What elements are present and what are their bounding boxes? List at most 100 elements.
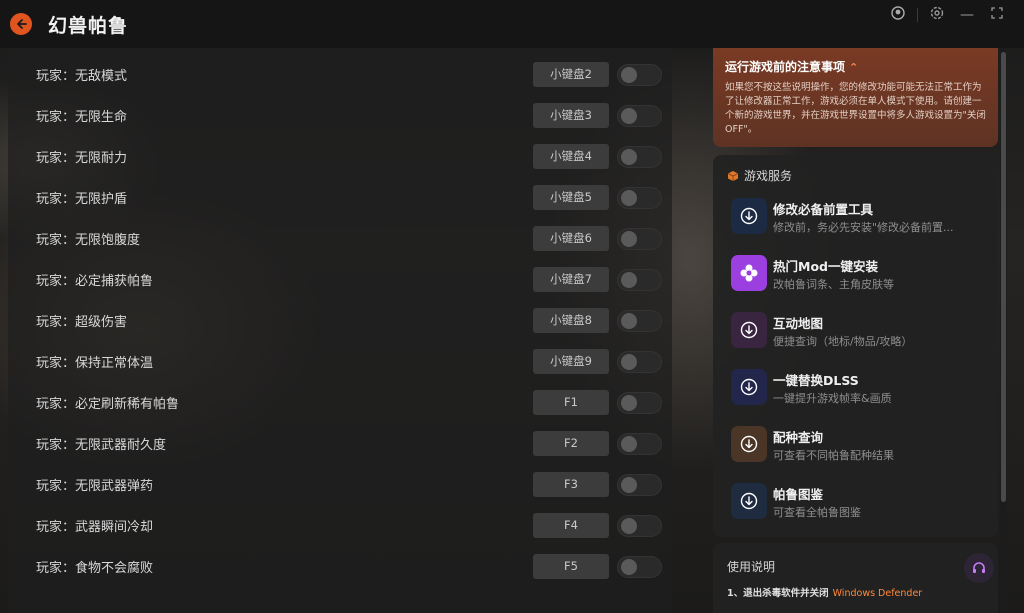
toggle-knob [621, 189, 637, 206]
service-desc: 可查看不同帕鲁配种结果 [773, 449, 894, 462]
app-title: 幻兽帕鲁 [48, 14, 129, 37]
service-name: 热门Mod一键安装 [773, 259, 878, 274]
help-title: 使用说明 [727, 560, 776, 574]
toggle-knob [621, 476, 637, 493]
hotkey-button[interactable]: 小键盘8 [533, 308, 609, 333]
cheat-row: 玩家：无限武器耐久度 F2 [8, 423, 672, 464]
hotkey-button[interactable]: 小键盘5 [533, 185, 609, 210]
cheat-row: 玩家：必定刷新稀有帕鲁 F1 [8, 382, 672, 423]
cheat-label: 玩家：无限耐力 [36, 151, 128, 166]
notice-panel: 运行游戏前的注意事项 ⌃ 如果您不按这些说明操作，您的修改功能可能无法正常工作为了… [713, 48, 998, 147]
hotkey-button[interactable]: F4 [533, 513, 609, 538]
chevron-up-icon: ⌃ [849, 61, 859, 74]
hotkey-button[interactable]: 小键盘9 [533, 349, 609, 374]
service-desc: 改帕鲁词条、主角皮肤等 [773, 278, 894, 291]
cheat-row: 玩家：必定捕获帕鲁 小键盘7 [8, 259, 672, 300]
cheat-row: 玩家：无限武器弹药 F3 [8, 464, 672, 505]
hotkey-button[interactable]: 小键盘6 [533, 226, 609, 251]
cheat-label: 玩家：食物不会腐败 [36, 561, 154, 576]
cheat-label: 玩家：必定刷新稀有帕鲁 [36, 397, 180, 412]
back-button[interactable] [10, 13, 32, 35]
cheat-toggle[interactable] [617, 391, 662, 414]
service-name: 修改必备前置工具 [773, 202, 874, 217]
download-icon [731, 369, 767, 405]
toggle-knob [621, 394, 637, 411]
cheat-toggle[interactable] [617, 350, 662, 373]
hotkey-button[interactable]: 小键盘7 [533, 267, 609, 292]
cheat-row: 玩家：食物不会腐败 F5 [8, 546, 672, 587]
mod-flower-icon [731, 255, 767, 291]
windows-defender-link[interactable]: Windows Defender [833, 588, 923, 599]
toggle-knob [621, 230, 637, 247]
cheat-label: 玩家：武器瞬间冷却 [36, 520, 154, 535]
download-icon [731, 426, 767, 462]
toggle-knob [621, 558, 637, 575]
cheat-row: 玩家：超级伤害 小键盘8 [8, 300, 672, 341]
service-desc: 修改前，务必先安装"修改必备前置... [773, 221, 954, 234]
toggle-knob [621, 435, 637, 452]
toggle-knob [621, 312, 637, 329]
cheat-label: 玩家：无限武器耐久度 [36, 438, 167, 453]
service-item[interactable]: 互动地图 便捷查询（地标/物品/攻略） [731, 309, 991, 357]
user-icon[interactable] [883, 6, 913, 24]
toggle-knob [621, 66, 637, 83]
hotkey-button[interactable]: 小键盘2 [533, 62, 609, 87]
cheat-toggle[interactable] [617, 514, 662, 537]
maximize-icon[interactable] [982, 7, 1012, 23]
hotkey-button[interactable]: F2 [533, 431, 609, 456]
hotkey-button[interactable]: 小键盘4 [533, 144, 609, 169]
title-bar: 幻兽帕鲁 — [0, 0, 1024, 48]
service-desc: 一键提升游戏帧率&画质 [773, 392, 892, 405]
service-item[interactable]: 一键替换DLSS 一键提升游戏帧率&画质 [731, 366, 991, 414]
cheat-toggle[interactable] [617, 473, 662, 496]
cheat-row: 玩家：无敌模式 小键盘2 [8, 54, 672, 95]
hotkey-button[interactable]: F5 [533, 554, 609, 579]
arrow-left-icon [17, 19, 27, 29]
cheat-label: 玩家：必定捕获帕鲁 [36, 274, 154, 289]
cheat-toggle[interactable] [617, 104, 662, 127]
cheat-row: 玩家：武器瞬间冷却 F4 [8, 505, 672, 546]
cheat-toggle[interactable] [617, 555, 662, 578]
service-item[interactable]: 配种查询可查看不同帕鲁配种结果 [731, 423, 991, 471]
service-item[interactable]: 修改必备前置工具修改前，务必先安装"修改必备前置... [731, 195, 991, 243]
service-name: 一键替换DLSS [773, 373, 859, 388]
settings-icon[interactable] [922, 6, 952, 24]
service-item[interactable]: 帕鲁图鉴 可查看全帕鲁图鉴 [731, 480, 991, 528]
services-header: 游戏服务 [727, 167, 792, 184]
cheat-label: 玩家：无敌模式 [36, 69, 128, 84]
toggle-knob [621, 148, 637, 165]
notice-title[interactable]: 运行游戏前的注意事项 ⌃ [725, 58, 986, 75]
toggle-knob [621, 271, 637, 288]
service-name: 帕鲁图鉴 [773, 487, 824, 502]
scrollbar[interactable] [1001, 52, 1006, 502]
service-name: 配种查询 [773, 430, 824, 445]
hotkey-button[interactable]: F3 [533, 472, 609, 497]
cheat-row: 玩家：无限护盾 小键盘5 [8, 177, 672, 218]
game-services-panel: 游戏服务 修改必备前置工具修改前，务必先安装"修改必备前置... 热门Mod一键安… [713, 155, 998, 537]
cheat-label: 玩家：保持正常体温 [36, 356, 154, 371]
cheat-toggle[interactable] [617, 268, 662, 291]
service-item[interactable]: 热门Mod一键安装改帕鲁词条、主角皮肤等 [731, 252, 991, 300]
cheat-label: 玩家：无限护盾 [36, 192, 128, 207]
cheat-toggle[interactable] [617, 227, 662, 250]
cheat-row: 玩家：保持正常体温 小键盘9 [8, 341, 672, 382]
headset-icon [973, 562, 985, 573]
cheat-row: 玩家：无限生命 小键盘3 [8, 95, 672, 136]
window-controls: — [883, 0, 1012, 30]
cheat-toggle[interactable] [617, 145, 662, 168]
help-panel: 使用说明 1、退出杀毒软件并关闭 Windows Defender [713, 543, 998, 613]
cheat-toggle[interactable] [617, 63, 662, 86]
help-step-1: 1、退出杀毒软件并关闭 Windows Defender [727, 588, 923, 599]
cheat-row: 玩家：无限饱腹度 小键盘6 [8, 218, 672, 259]
hotkey-button[interactable]: 小键盘3 [533, 103, 609, 128]
minimize-icon[interactable]: — [952, 7, 982, 23]
support-button[interactable] [964, 553, 994, 583]
download-icon [731, 198, 767, 234]
service-desc: 便捷查询（地标/物品/攻略） [773, 335, 913, 348]
cheat-toggle[interactable] [617, 432, 662, 455]
cheat-label: 玩家：无限生命 [36, 110, 128, 125]
cheat-toggle[interactable] [617, 186, 662, 209]
hotkey-button[interactable]: F1 [533, 390, 609, 415]
divider [917, 8, 918, 22]
cheat-toggle[interactable] [617, 309, 662, 332]
